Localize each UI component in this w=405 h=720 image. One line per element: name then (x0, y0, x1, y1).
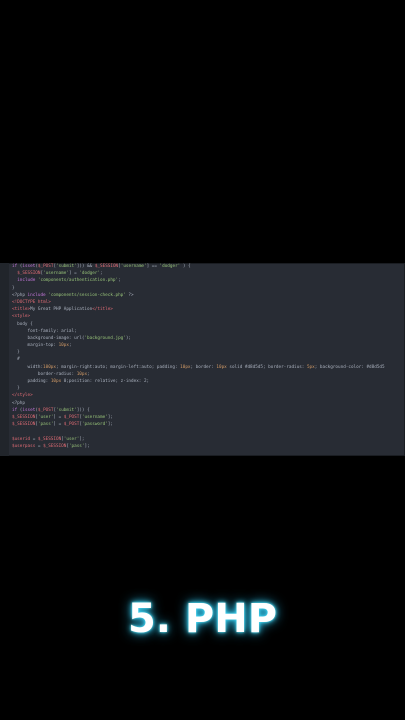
code-line: if (isset($_POST['submit'])) && $_SESSIO… (12, 264, 191, 269)
code-line: <style> (12, 314, 31, 320)
code-editor-screenshot: if (isset($_POST['submit'])) && $_SESSIO… (0, 263, 405, 456)
code-line: # (12, 357, 20, 363)
code-line: background-image: url('background.jpg'); (12, 335, 132, 341)
code-line: $userid = $_SESSION['user']; (12, 436, 85, 442)
code-line: <!DOCTYPE html> (12, 299, 51, 305)
code-line: include 'components/authentication.php'; (17, 278, 121, 284)
code-line: <title>My Great PHP Application</title> (12, 307, 113, 313)
code-line: $_SESSION['user'] = $_POST['username']; (12, 414, 113, 420)
code-line: width:100px; margin-right:auto; margin-l… (12, 364, 385, 370)
code-line: $userpass = $_SESSION['pass']; (12, 443, 90, 449)
code-line: body { (12, 321, 33, 327)
code-line: <?php include 'components/session-check.… (12, 292, 134, 298)
code-line: border-radius: 10px; (12, 371, 90, 377)
code-line: font-family: arial; (12, 328, 77, 334)
video-caption: 5. PHP (127, 596, 278, 642)
line-number-gutter (0, 263, 9, 456)
code-line: if (isset($_POST['submit'])) { (12, 407, 90, 413)
code-line: } (12, 285, 15, 291)
code-line: } (12, 386, 20, 392)
code-line: </style> (12, 393, 33, 399)
code-block: if (isset($_POST['submit'])) && $_SESSIO… (12, 263, 385, 450)
code-line: <?php (12, 400, 25, 406)
code-line: margin-top: 10px; (12, 343, 72, 349)
code-line: $_SESSION['pass'] = $_POST['password']; (12, 422, 113, 428)
code-line: $_SESSION['username'] = 'dodger'; (17, 271, 103, 277)
code-line: padding: 10px 0;position: relative; z-in… (12, 379, 150, 384)
code-line: } (12, 350, 20, 356)
